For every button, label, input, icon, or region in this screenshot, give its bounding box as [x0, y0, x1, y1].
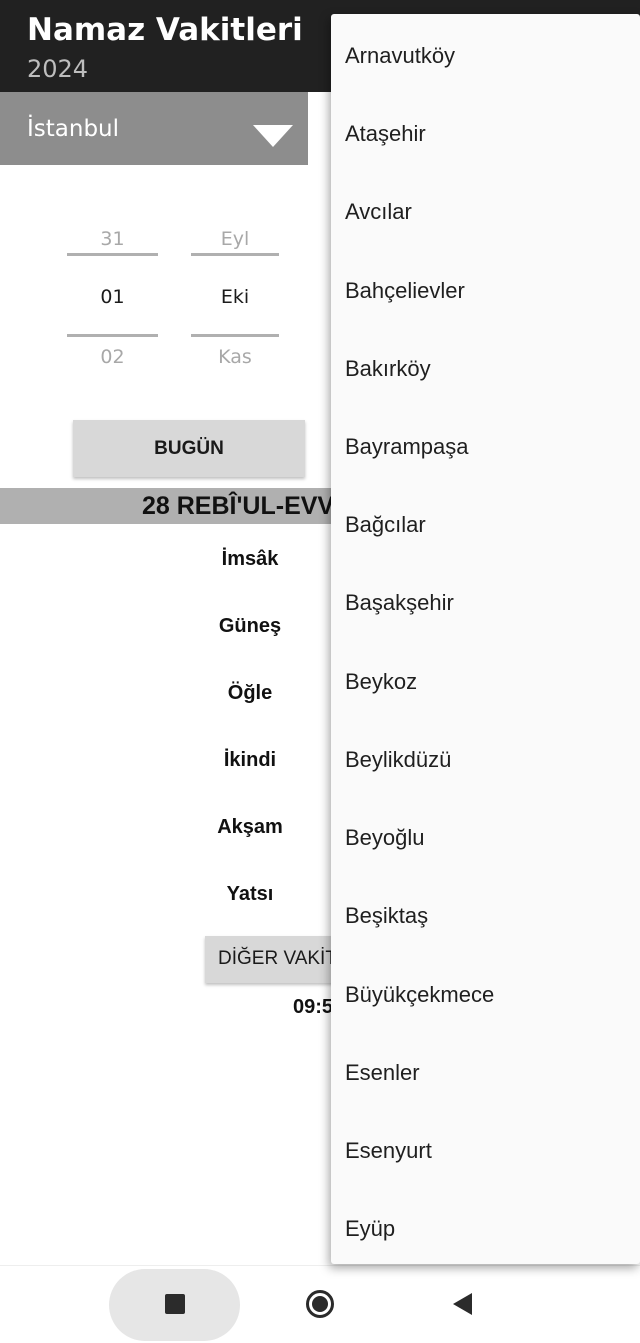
city-spinner-value: İstanbul: [27, 116, 120, 142]
prayer-label-gunes: Güneş: [218, 615, 282, 637]
dropdown-item[interactable]: Beykoz: [345, 669, 417, 695]
day-next[interactable]: 02: [67, 346, 158, 368]
dropdown-item[interactable]: Esenyurt: [345, 1138, 432, 1164]
back-triangle-icon[interactable]: [453, 1293, 472, 1315]
system-nav-bar: [0, 1265, 640, 1343]
month-current[interactable]: Eki: [191, 286, 279, 308]
dropdown-item[interactable]: Beyoğlu: [345, 825, 425, 851]
dropdown-item[interactable]: Büyükçekmece: [345, 982, 494, 1008]
dropdown-item[interactable]: Avcılar: [345, 199, 412, 225]
prayer-label-ikindi: İkindi: [223, 749, 277, 771]
dropdown-item[interactable]: Beşiktaş: [345, 903, 428, 929]
dropdown-arrow-icon: [253, 125, 293, 147]
today-button[interactable]: BUGÜN: [73, 420, 305, 477]
dropdown-item[interactable]: Esenler: [345, 1060, 420, 1086]
dropdown-item[interactable]: Bahçelievler: [345, 278, 465, 304]
other-times-button-label: DİĞER VAKİT: [218, 948, 337, 969]
prayer-label-yatsi: Yatsı: [226, 883, 274, 905]
prayer-label-ogle: Öğle: [227, 682, 273, 704]
dropdown-item[interactable]: Bakırköy: [345, 356, 431, 382]
app-title: Namaz Vakitleri: [27, 12, 303, 48]
month-next[interactable]: Kas: [191, 346, 279, 368]
day-current[interactable]: 01: [67, 286, 158, 308]
prayer-label-imsak: İmsâk: [221, 548, 279, 570]
dropdown-item[interactable]: Bayrampaşa: [345, 434, 469, 460]
city-dropdown-list[interactable]: Arnavutköy Ataşehir Avcılar Bahçelievler…: [331, 14, 640, 1264]
dropdown-item[interactable]: Başakşehir: [345, 590, 454, 616]
dropdown-item[interactable]: Arnavutköy: [345, 43, 455, 69]
picker-divider: [191, 334, 279, 337]
dropdown-item[interactable]: Ataşehir: [345, 121, 426, 147]
prayer-label-aksam: Akşam: [217, 816, 283, 838]
dropdown-item[interactable]: Bağcılar: [345, 512, 426, 538]
month-prev[interactable]: Eyl: [191, 228, 279, 250]
picker-divider: [67, 253, 158, 256]
picker-divider: [191, 253, 279, 256]
home-circle-icon[interactable]: [306, 1290, 334, 1318]
day-prev[interactable]: 31: [67, 228, 158, 250]
time-text: 09:5: [293, 996, 334, 1018]
picker-divider: [67, 334, 158, 337]
hijri-date: 28 REBÎ'UL-EVV: [142, 492, 335, 520]
dropdown-item[interactable]: Eyüp: [345, 1216, 395, 1242]
app-subtitle: 2024: [27, 55, 89, 83]
home-circle-inner: [312, 1296, 328, 1312]
dropdown-item[interactable]: Beylikdüzü: [345, 747, 451, 773]
city-spinner[interactable]: İstanbul: [0, 92, 308, 165]
recents-square-icon[interactable]: [165, 1294, 185, 1314]
